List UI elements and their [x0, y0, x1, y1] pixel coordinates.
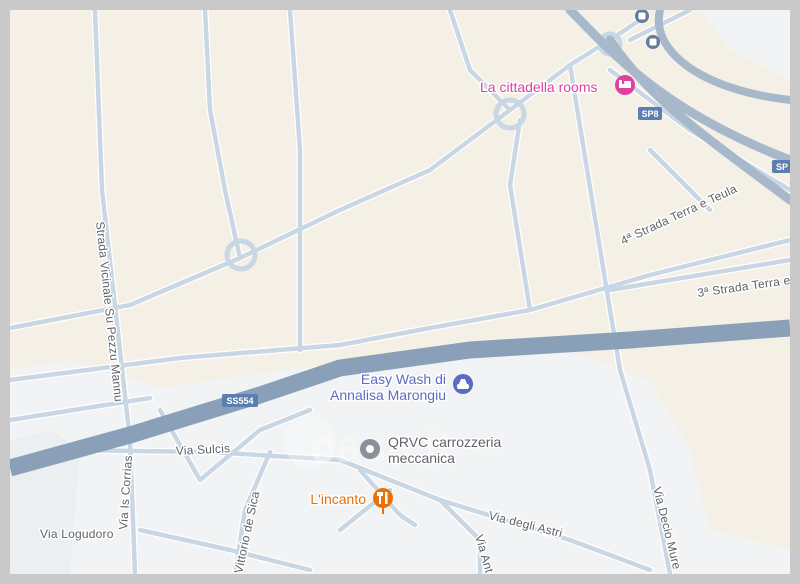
label-strada-4: 4ª Strada Terra e Teula	[618, 181, 739, 247]
urban-area-top-right	[700, 10, 790, 80]
svg-text:SS554: SS554	[226, 396, 253, 406]
svg-text:meccanica: meccanica	[388, 450, 455, 466]
bus-stop-icon[interactable]	[646, 35, 660, 49]
shield-sp8-edge: SP	[772, 160, 790, 173]
shield-ss554: SS554	[222, 394, 258, 407]
svg-text:La cittadella rooms: La cittadella rooms	[480, 79, 598, 95]
shield-sp8: SP8	[638, 107, 662, 120]
svg-text:L'incanto: L'incanto	[310, 491, 366, 507]
watermark-circle	[284, 416, 336, 468]
svg-text:SP8: SP8	[641, 109, 658, 119]
place-icon	[360, 439, 380, 459]
svg-text:Annalisa Marongiu: Annalisa Marongiu	[330, 387, 446, 403]
hotel-icon	[615, 75, 635, 95]
svg-text:SP: SP	[776, 162, 788, 172]
label-strada-3: 3ª Strada Terra e	[696, 273, 790, 300]
label-via-sulcis: Via Sulcis	[175, 441, 230, 458]
map-canvas[interactable]: casa.it SS554 SP8 SP Strada Vicinale Su …	[10, 10, 790, 574]
svg-text:QRVC carrozzeria: QRVC carrozzeria	[388, 434, 502, 450]
map-frame: casa.it SS554 SP8 SP Strada Vicinale Su …	[0, 0, 800, 584]
svg-text:Easy Wash di: Easy Wash di	[361, 371, 446, 387]
car-wash-icon	[453, 374, 473, 394]
label-via-logudoro: Via Logudoro	[40, 527, 114, 541]
restaurant-icon	[373, 488, 393, 508]
map-view[interactable]: casa.it SS554 SP8 SP Strada Vicinale Su …	[10, 10, 790, 574]
